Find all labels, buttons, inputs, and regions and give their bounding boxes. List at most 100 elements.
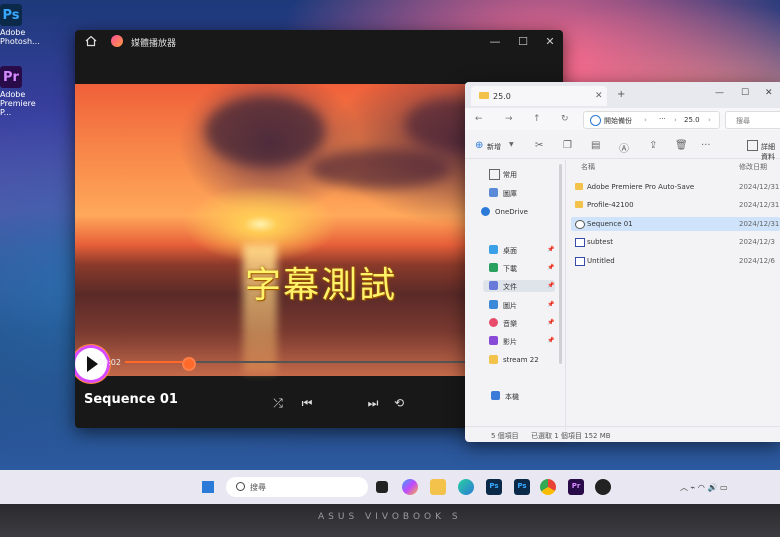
file-list: 名稱 修改日期 Adobe Premiere Pro Auto-Save 202…	[567, 160, 780, 430]
file-row-selected[interactable]: Sequence 01 2024/12/31	[571, 217, 780, 231]
download-icon	[489, 263, 498, 272]
edge-icon[interactable]	[458, 479, 474, 495]
address-bar[interactable]: 開始備份 › ··· › 25.0 ›	[583, 111, 720, 129]
shuffle-icon[interactable]: ⤮	[270, 396, 286, 411]
file-row[interactable]: subtest 2024/12/3	[571, 235, 780, 249]
file-date: 2024/12/31	[739, 220, 780, 228]
item-count: 5 個項目	[491, 432, 519, 440]
file-date: 2024/12/3	[739, 238, 775, 246]
new-button[interactable]: 新增	[487, 142, 501, 152]
video-cloud	[205, 96, 325, 166]
paste-icon[interactable]: ▤	[591, 140, 600, 151]
close-button[interactable]: ✕	[765, 88, 773, 98]
folder-icon	[489, 355, 498, 364]
chevron-up-icon[interactable]: ︿	[680, 483, 688, 492]
tab-close-icon[interactable]: ✕	[595, 91, 603, 101]
video-subtitle: 字幕測試	[245, 265, 398, 306]
photoshop-icon: Ps	[0, 4, 22, 26]
volume-icon[interactable]: 🔊	[707, 483, 717, 492]
share-icon[interactable]: ⇪	[649, 140, 657, 151]
photoshop-icon[interactable]: Ps	[514, 479, 530, 495]
backup-icon	[590, 115, 601, 126]
premiere-icon[interactable]: Pr	[568, 479, 584, 495]
up-icon[interactable]: ↑	[533, 114, 541, 124]
documents-icon	[489, 281, 498, 290]
cut-icon[interactable]: ✂	[535, 140, 543, 151]
home-icon	[489, 169, 500, 180]
rename-icon[interactable]: Ⓐ	[619, 140, 629, 155]
file-row[interactable]: Untitled 2024/12/6	[571, 254, 780, 268]
battery-icon[interactable]: ▭	[720, 483, 728, 492]
more-icon[interactable]: ···	[701, 140, 711, 151]
column-header-name[interactable]: 名稱	[581, 162, 595, 172]
file-date: 2024/12/31	[739, 183, 780, 191]
system-tray[interactable]: ︿ ⌁ ◠ 🔊 ▭	[680, 482, 728, 493]
refresh-icon[interactable]: ↻	[561, 114, 569, 124]
pin-icon: 📌	[547, 337, 555, 344]
media-title: Sequence 01	[84, 392, 178, 407]
wifi-icon[interactable]: ◠	[698, 483, 705, 492]
nav-item-label: 文件	[503, 283, 517, 291]
search-placeholder: 搜尋	[736, 117, 750, 125]
next-icon[interactable]: ⏭	[365, 396, 381, 411]
new-tab-icon[interactable]: +	[617, 89, 625, 100]
back-icon[interactable]: ←	[475, 114, 483, 124]
nav-item-documents[interactable]: 文件 📌	[483, 280, 555, 292]
copilot-icon[interactable]	[402, 479, 418, 495]
breadcrumb-more[interactable]: ···	[659, 115, 666, 123]
previous-icon[interactable]: ⏮	[299, 396, 315, 411]
gallery-icon	[489, 188, 498, 197]
close-button[interactable]: ✕	[543, 35, 557, 49]
repeat-off-icon[interactable]: ⟲	[391, 396, 407, 410]
delete-icon[interactable]: 🗑	[675, 140, 688, 151]
details-pane-icon[interactable]	[747, 140, 758, 151]
details-button[interactable]: 詳細資料	[761, 142, 780, 162]
maximize-button[interactable]: ☐	[516, 35, 530, 49]
nav-item-label: 圖片	[503, 302, 517, 310]
minimize-button[interactable]: —	[488, 35, 502, 49]
pin-icon: 📌	[547, 246, 555, 253]
explorer-toolbar: ⊕ 新增 ▼ ✂ ❐ ▤ Ⓐ ⇪ 🗑 ··· 詳細資料	[465, 132, 780, 162]
chrome-icon[interactable]	[540, 479, 556, 495]
file-row[interactable]: Adobe Premiere Pro Auto-Save 2024/12/31	[571, 180, 780, 194]
nav-item-label: stream 22	[503, 356, 539, 364]
maximize-button[interactable]: ☐	[741, 88, 749, 98]
forward-icon[interactable]: →	[505, 114, 513, 124]
chevron-right-icon: ›	[644, 116, 647, 124]
desktop-icon-premiere[interactable]: Pr Adobe Premiere P...	[0, 66, 40, 117]
tab-title: 25.0	[493, 92, 511, 101]
nav-item-label: 本機	[505, 393, 519, 401]
chevron-down-icon[interactable]: ▼	[509, 141, 514, 148]
file-row[interactable]: Profile-42100 2024/12/31	[571, 198, 780, 212]
network-icon[interactable]: ⌁	[691, 483, 696, 492]
video-cloud	[310, 149, 450, 189]
task-view-icon[interactable]	[376, 481, 388, 493]
play-icon	[87, 356, 98, 372]
file-name: Untitled	[587, 257, 615, 265]
home-icon[interactable]	[85, 35, 97, 47]
search-input[interactable]: 搜尋	[725, 111, 780, 129]
premiere-icon: Pr	[0, 66, 22, 88]
file-explorer-icon[interactable]	[430, 479, 446, 495]
explorer-tab[interactable]: 25.0 ✕	[471, 86, 607, 106]
plus-icon[interactable]: ⊕	[475, 140, 483, 151]
minimize-button[interactable]: —	[715, 88, 724, 98]
windows-start-icon[interactable]	[202, 481, 214, 493]
explorer-tabbar: 25.0 ✕ + — ☐ ✕	[465, 82, 780, 108]
desktop-icon-label: Adobe Photosh...	[0, 28, 40, 46]
app-glyph: Pr	[571, 482, 581, 490]
explorer-navbar: ← → ↑ ↻ 開始備份 › ··· › 25.0 › 搜尋	[465, 108, 780, 130]
desktop-icon-photoshop[interactable]: Ps Adobe Photosh...	[0, 4, 40, 46]
taskbar-search-input[interactable]: 搜尋	[226, 477, 368, 497]
copy-icon[interactable]: ❐	[563, 140, 572, 151]
music-icon	[489, 318, 498, 327]
breadcrumb-start-backup[interactable]: 開始備份	[604, 116, 632, 126]
brand-logo: ASUS VIVOBOOK S	[318, 512, 462, 522]
nav-scrollbar[interactable]	[559, 164, 562, 364]
breadcrumb-folder[interactable]: 25.0	[684, 116, 700, 124]
progress-knob[interactable]	[182, 357, 196, 371]
photoshop-icon[interactable]: Ps	[486, 479, 502, 495]
column-header-date[interactable]: 修改日期	[739, 162, 767, 172]
media-player-icon[interactable]	[595, 479, 611, 495]
videos-icon	[489, 336, 498, 345]
